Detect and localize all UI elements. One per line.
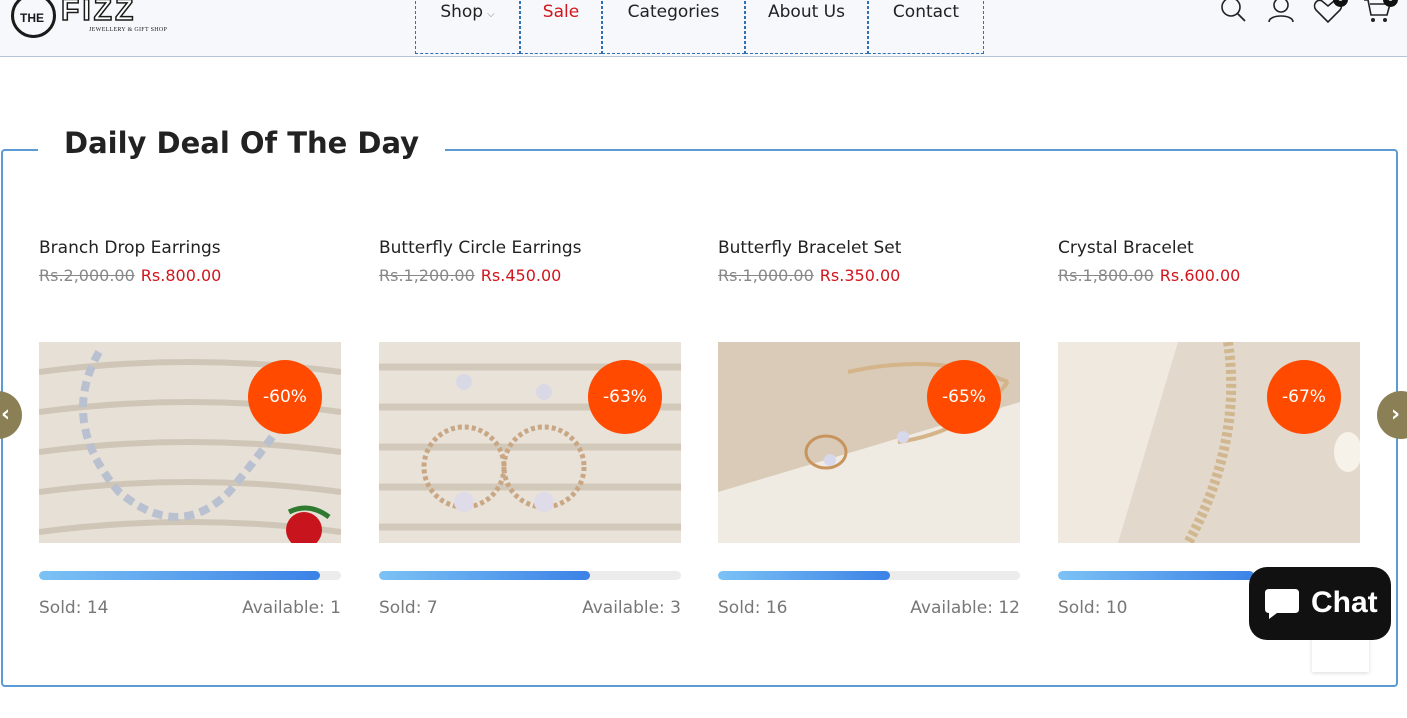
logo-prefix: THE [20,11,44,25]
sold-progress-fill [1058,571,1255,580]
product-name[interactable]: Butterfly Bracelet Set [718,238,901,258]
product-prices: Rs.1,200.00 Rs.450.00 [379,266,561,285]
search-icon[interactable] [1218,0,1248,26]
old-price: Rs.1,000.00 [718,266,814,285]
sale-price: Rs.600.00 [1159,266,1241,285]
sold-count: Sold: 16 [718,598,788,618]
sale-price: Rs.350.00 [819,266,901,285]
discount-badge: -60% [248,360,322,434]
product-name[interactable]: Branch Drop Earrings [39,238,221,258]
product-card[interactable]: Crystal Bracelet Rs.1,800.00 Rs.600.00 -6… [1058,238,1360,618]
sold-progress-fill [379,571,591,580]
chevron-down-icon: ⌵ [487,9,495,20]
product-card[interactable]: Butterfly Circle Earrings Rs.1,200.00 Rs.… [379,238,681,618]
product-prices: Rs.2,000.00 Rs.800.00 [39,266,221,285]
available-count: Available: 3 [582,598,681,618]
sold-progress-fill [39,571,320,580]
account-icon[interactable] [1266,0,1296,26]
sold-count: Sold: 14 [39,598,109,618]
nav-categories-label: Categories [627,2,720,22]
chevron-right-icon: › [1391,402,1401,427]
logo-name: FIZZ [60,0,137,28]
old-price: Rs.1,800.00 [1058,266,1154,285]
logo-tagline: JEWELLERY & GIFT SHOP [89,27,168,33]
chat-label: Chat [1311,586,1378,619]
section-title: Daily Deal Of The Day [38,126,446,160]
old-price: Rs.2,000.00 [39,266,135,285]
product-prices: Rs.1,800.00 Rs.600.00 [1058,266,1240,285]
product-card[interactable]: Branch Drop Earrings Rs.2,000.00 Rs.800.0… [39,238,341,618]
discount-badge: -65% [927,360,1001,434]
available-count: Available: 12 [910,598,1020,618]
product-name[interactable]: Butterfly Circle Earrings [379,238,582,258]
sold-count: Sold: 10 [1058,598,1128,618]
sold-progress-fill [718,571,891,580]
nav-about-label: About Us [768,2,845,22]
nav-categories[interactable]: Categories [602,0,745,54]
sale-price: Rs.450.00 [480,266,562,285]
nav-shop[interactable]: Shop ⌵ [415,0,520,54]
site-header: THE FIZZ JEWELLERY & GIFT SHOP Shop ⌵ Sal… [0,0,1407,57]
sale-price: Rs.800.00 [140,266,222,285]
product-name[interactable]: Crystal Bracelet [1058,238,1194,258]
nav-contact[interactable]: Contact [868,0,984,54]
sold-progress-bar [718,571,1020,580]
nav-about[interactable]: About Us [745,0,868,54]
discount-badge: -63% [588,360,662,434]
sold-count: Sold: 7 [379,598,438,618]
discount-badge: -67% [1267,360,1341,434]
nav-sale-label: Sale [542,2,580,22]
old-price: Rs.1,200.00 [379,266,475,285]
nav-sale[interactable]: Sale [520,0,602,54]
chat-bubble-icon [1265,589,1299,619]
product-prices: Rs.1,000.00 Rs.350.00 [718,266,900,285]
site-logo[interactable]: THE FIZZ JEWELLERY & GIFT SHOP [11,0,167,42]
product-card[interactable]: Butterfly Bracelet Set Rs.1,000.00 Rs.350… [718,238,1020,618]
nav-shop-label: Shop [440,2,484,22]
sold-progress-bar [379,571,681,580]
sold-progress-bar [39,571,341,580]
nav-contact-label: Contact [892,2,960,22]
chevron-left-icon: ‹ [1,402,11,427]
available-count: Available: 1 [242,598,341,618]
chat-button[interactable]: Chat [1249,567,1391,640]
